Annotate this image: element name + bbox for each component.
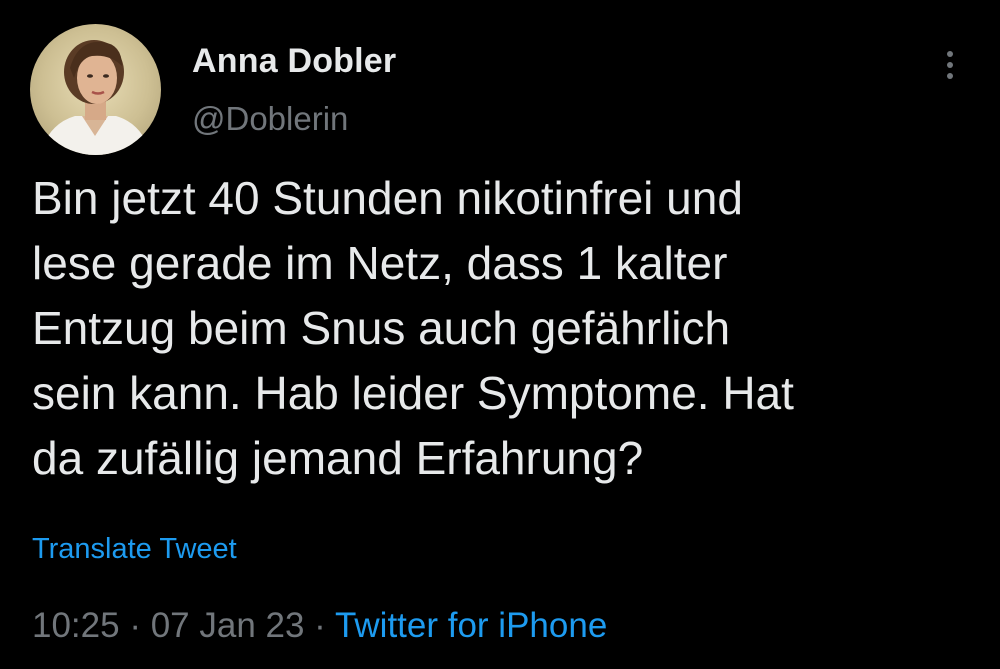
more-options-button[interactable] [935,45,965,85]
meta-separator: · [304,606,335,645]
more-vertical-icon-dot [947,62,953,68]
more-vertical-icon-dot [947,73,953,79]
tweet-time[interactable]: 10:25 [32,606,120,645]
display-name[interactable]: Anna Dobler [192,42,396,81]
meta-separator: · [119,606,151,645]
more-vertical-icon [947,51,953,57]
avatar[interactable] [30,24,161,155]
user-handle[interactable]: @Doblerin [192,100,348,138]
tweet-meta: 10:25 · 07 Jan 23 · Twitter for iPhone [32,606,607,646]
tweet-source-link[interactable]: Twitter for iPhone [335,606,607,645]
avatar-portrait-image [40,40,151,155]
tweet-text: Bin jetzt 40 Stunden nikotinfrei und les… [32,172,794,484]
tweet-date[interactable]: 07 Jan 23 [151,606,305,645]
translate-tweet-link[interactable]: Translate Tweet [32,533,237,566]
